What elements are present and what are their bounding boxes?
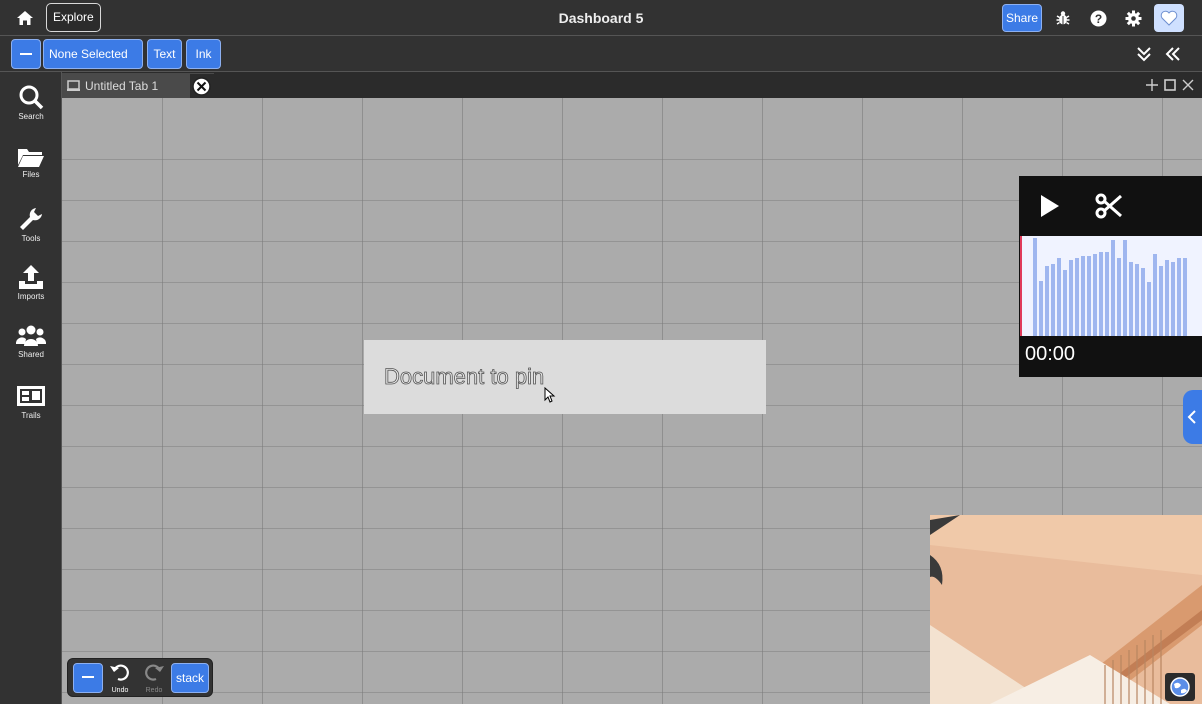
search-icon: [19, 85, 44, 110]
close-window-icon[interactable]: [1182, 79, 1194, 91]
svg-text:?: ?: [1094, 12, 1101, 26]
sidebar-item-files[interactable]: Files: [0, 146, 62, 202]
help-icon[interactable]: ?: [1089, 9, 1107, 27]
waveform-bar: [1111, 240, 1115, 336]
waveform-bar: [1057, 258, 1061, 336]
audio-player[interactable]: 00:00: [1019, 176, 1202, 377]
minus-icon: [20, 52, 32, 55]
waveform-bar: [1141, 268, 1145, 336]
home-icon[interactable]: [14, 8, 36, 28]
waveform-bar: [1099, 252, 1103, 336]
audio-controls: [1019, 176, 1202, 236]
waveform-bar: [1165, 260, 1169, 336]
sidebar-item-trails[interactable]: Trails: [0, 385, 62, 441]
app-root: Explore Dashboard 5 Share ? None Selecte…: [0, 0, 1202, 704]
waveform-bar: [1033, 238, 1037, 336]
waveform-bar: [1129, 262, 1133, 336]
document-node[interactable]: Document to pin: [364, 340, 766, 414]
selection-dropdown[interactable]: None Selected: [43, 39, 143, 69]
playhead-marker[interactable]: [1020, 236, 1022, 336]
users-icon: [16, 325, 46, 346]
sidebar-item-search[interactable]: Search: [0, 84, 62, 140]
waveform-bar: [1087, 256, 1091, 336]
waveform-bar: [1135, 264, 1139, 336]
sidebar-item-shared[interactable]: Shared: [0, 324, 62, 380]
double-chevron-left-icon[interactable]: [1164, 45, 1182, 63]
text-tool-button[interactable]: Text: [147, 39, 182, 69]
mouse-cursor-icon: [544, 387, 556, 403]
waveform-bar: [1081, 256, 1085, 336]
top-bar: Explore Dashboard 5 Share ?: [0, 0, 1202, 36]
gear-icon[interactable]: [1124, 9, 1142, 27]
waveform-bar: [1075, 258, 1079, 336]
bug-icon[interactable]: [1054, 9, 1072, 27]
sidebar-item-label: Tools: [21, 234, 41, 243]
waveform-bar: [1063, 270, 1067, 336]
undo-label: Undo: [111, 687, 129, 694]
image-node[interactable]: [930, 515, 1202, 704]
wrench-icon: [20, 208, 42, 230]
waveform-bar: [1069, 260, 1073, 336]
waveform-bar: [1147, 282, 1151, 336]
collapse-toolbar-button[interactable]: [73, 663, 103, 693]
document-icon: [67, 80, 80, 91]
sidebar-item-tools[interactable]: Tools: [0, 206, 62, 262]
tab-bar: Untitled Tab 1: [62, 72, 1202, 98]
waveform-bar: [1117, 258, 1121, 336]
side-panel-toggle[interactable]: [1183, 390, 1202, 444]
globe-icon: [1170, 677, 1190, 697]
waveform-bar: [1105, 252, 1109, 336]
collapse-button[interactable]: [11, 39, 41, 69]
redo-icon: [145, 664, 164, 681]
stack-button[interactable]: stack: [171, 663, 209, 693]
sidebar-item-label: Trails: [21, 411, 41, 420]
redo-button[interactable]: Redo: [140, 662, 168, 694]
waveform-bar: [1093, 254, 1097, 336]
maximize-icon[interactable]: [1164, 79, 1176, 91]
trails-icon: [17, 386, 45, 406]
bottom-toolbar: Undo Redo stack: [67, 658, 213, 697]
explore-button[interactable]: Explore: [46, 3, 101, 32]
ink-tool-button[interactable]: Ink: [186, 39, 221, 69]
waveform-bar: [1051, 264, 1055, 336]
scissors-icon[interactable]: [1095, 192, 1123, 220]
redo-label: Redo: [145, 687, 163, 694]
sidebar-item-label: Shared: [18, 350, 44, 359]
folder-icon: [18, 149, 44, 167]
audio-time: 00:00: [1025, 343, 1076, 365]
waveform-bar: [1159, 266, 1163, 336]
waveform-bar: [1039, 281, 1043, 336]
add-tab-icon[interactable]: [1146, 79, 1158, 91]
left-sidebar: Search Files Tools Imports Shared Trails: [0, 72, 62, 704]
upload-icon: [19, 265, 43, 289]
sidebar-item-imports[interactable]: Imports: [0, 264, 62, 320]
double-chevron-down-icon[interactable]: [1135, 45, 1153, 63]
waveform-bar: [1153, 254, 1157, 336]
undo-button[interactable]: Undo: [106, 662, 134, 694]
sidebar-item-label: Files: [22, 170, 40, 179]
waveform-bar: [1123, 240, 1127, 336]
minus-icon: [82, 675, 94, 678]
heart-icon: [1160, 10, 1178, 26]
map-button[interactable]: [1165, 673, 1195, 701]
tab-close-icon[interactable]: [192, 77, 211, 96]
play-icon[interactable]: [1039, 194, 1061, 218]
interior-image: [930, 515, 1202, 704]
document-text: Document to pin: [384, 364, 545, 390]
heart-button[interactable]: [1154, 4, 1184, 32]
sidebar-item-label: Imports: [17, 292, 45, 301]
waveform-bar: [1177, 258, 1181, 336]
waveform-bar: [1171, 262, 1175, 336]
document-toolbar: None Selected Text Ink: [0, 36, 1202, 72]
share-button[interactable]: Share: [1002, 4, 1042, 32]
undo-icon: [110, 664, 129, 681]
tab-label: Untitled Tab 1: [85, 79, 159, 93]
waveform-bar: [1183, 258, 1187, 336]
sidebar-item-label: Search: [18, 112, 44, 121]
audio-waveform[interactable]: [1020, 236, 1202, 336]
chevron-left-icon: [1187, 410, 1196, 424]
waveform-bar: [1045, 266, 1049, 336]
